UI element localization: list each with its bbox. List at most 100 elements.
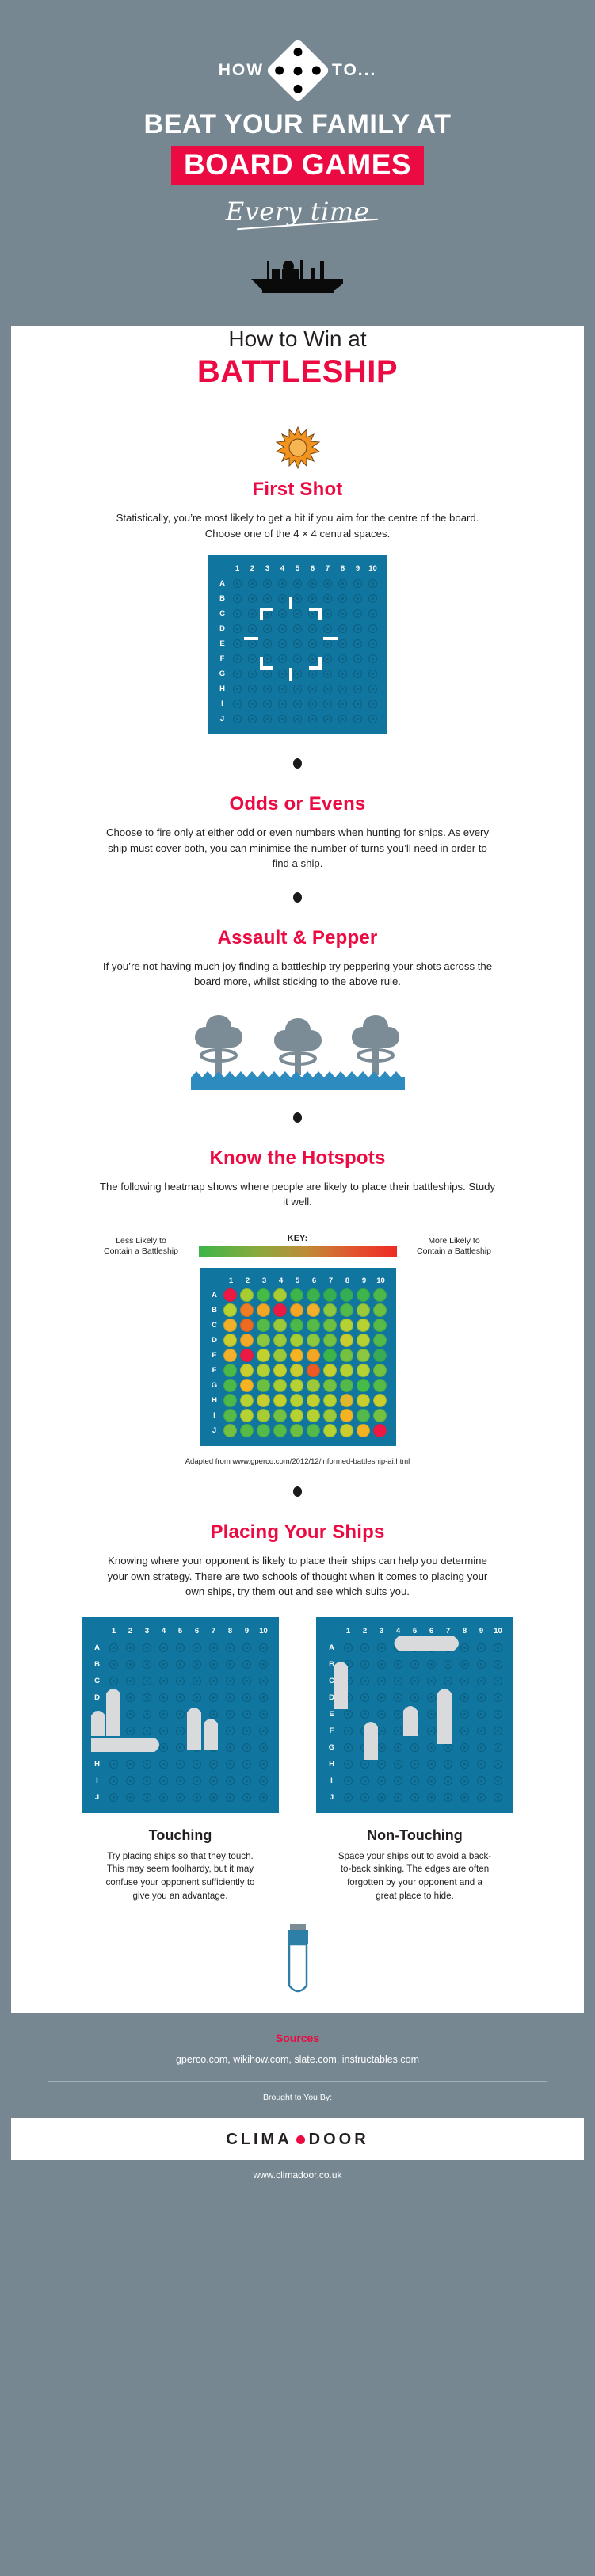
- board-cell[interactable]: [222, 1756, 238, 1773]
- board-cell[interactable]: [230, 591, 245, 606]
- board-cell[interactable]: [189, 1656, 205, 1673]
- board-cell[interactable]: [365, 606, 380, 621]
- board-cell[interactable]: [245, 576, 260, 591]
- board-cell[interactable]: [230, 621, 245, 636]
- board-cell[interactable]: [155, 1723, 172, 1739]
- board-cell[interactable]: [230, 576, 245, 591]
- board-cell[interactable]: [155, 1656, 172, 1673]
- board-cell[interactable]: [305, 636, 320, 651]
- board-cell[interactable]: [155, 1756, 172, 1773]
- board-cell[interactable]: [390, 1639, 406, 1656]
- board-cell[interactable]: [260, 576, 275, 591]
- board-cell[interactable]: [473, 1723, 490, 1739]
- board-cell[interactable]: [390, 1773, 406, 1789]
- board-cell[interactable]: [205, 1656, 222, 1673]
- board-cell[interactable]: [440, 1639, 456, 1656]
- board-cell[interactable]: [340, 1706, 357, 1723]
- board-cell[interactable]: [105, 1689, 122, 1706]
- board-cell[interactable]: [155, 1789, 172, 1806]
- board-cell[interactable]: [122, 1706, 139, 1723]
- board-cell[interactable]: [255, 1639, 272, 1656]
- board-cell[interactable]: [365, 666, 380, 681]
- board-cell[interactable]: [357, 1639, 373, 1656]
- board-cell[interactable]: [255, 1656, 272, 1673]
- board-cell[interactable]: [406, 1673, 423, 1689]
- board-cell[interactable]: [230, 651, 245, 666]
- board-cell[interactable]: [473, 1789, 490, 1806]
- board-cell[interactable]: [275, 576, 290, 591]
- board-cell[interactable]: [456, 1639, 473, 1656]
- board-cell[interactable]: [350, 591, 365, 606]
- board-cell[interactable]: [406, 1723, 423, 1739]
- board-cell[interactable]: [320, 651, 335, 666]
- board-cell[interactable]: [456, 1773, 473, 1789]
- board-cell[interactable]: [255, 1739, 272, 1756]
- board-cell[interactable]: [373, 1706, 390, 1723]
- board-cell[interactable]: [172, 1723, 189, 1739]
- board-cell[interactable]: [238, 1773, 255, 1789]
- board-cell[interactable]: [275, 591, 290, 606]
- board-cell[interactable]: [222, 1706, 238, 1723]
- board-cell[interactable]: [373, 1689, 390, 1706]
- board-cell[interactable]: [275, 636, 290, 651]
- board-cell[interactable]: [340, 1723, 357, 1739]
- board-cell[interactable]: [373, 1739, 390, 1756]
- board-cell[interactable]: [423, 1773, 440, 1789]
- board-cell[interactable]: [357, 1673, 373, 1689]
- board-cell[interactable]: [245, 681, 260, 696]
- board-cell[interactable]: [373, 1789, 390, 1806]
- board-cell[interactable]: [238, 1656, 255, 1673]
- board-cell[interactable]: [245, 606, 260, 621]
- board-cell[interactable]: [365, 576, 380, 591]
- board-cell[interactable]: [205, 1689, 222, 1706]
- board-cell[interactable]: [473, 1673, 490, 1689]
- board-cell[interactable]: [172, 1739, 189, 1756]
- board-cell[interactable]: [122, 1773, 139, 1789]
- board-cell[interactable]: [423, 1673, 440, 1689]
- board-cell[interactable]: [340, 1656, 357, 1673]
- board-cell[interactable]: [490, 1639, 506, 1656]
- board-cell[interactable]: [230, 696, 245, 712]
- board-cell[interactable]: [275, 621, 290, 636]
- board-cell[interactable]: [290, 576, 305, 591]
- board-cell[interactable]: [238, 1689, 255, 1706]
- board-cell[interactable]: [320, 591, 335, 606]
- board-cell[interactable]: [122, 1789, 139, 1806]
- board-cell[interactable]: [357, 1656, 373, 1673]
- board-cell[interactable]: [105, 1673, 122, 1689]
- board-cell[interactable]: [275, 696, 290, 712]
- board-cell[interactable]: [189, 1756, 205, 1773]
- board-cell[interactable]: [365, 712, 380, 727]
- board-cell[interactable]: [238, 1673, 255, 1689]
- board-cell[interactable]: [205, 1789, 222, 1806]
- board-cell[interactable]: [222, 1673, 238, 1689]
- board-cell[interactable]: [440, 1689, 456, 1706]
- board-cell[interactable]: [105, 1789, 122, 1806]
- board-cell[interactable]: [365, 636, 380, 651]
- board-cell[interactable]: [423, 1789, 440, 1806]
- board-cell[interactable]: [205, 1773, 222, 1789]
- board-cell[interactable]: [255, 1673, 272, 1689]
- board-cell[interactable]: [105, 1656, 122, 1673]
- board-cell[interactable]: [290, 681, 305, 696]
- board-cell[interactable]: [473, 1773, 490, 1789]
- board-cell[interactable]: [205, 1756, 222, 1773]
- board-cell[interactable]: [105, 1756, 122, 1773]
- board-cell[interactable]: [222, 1689, 238, 1706]
- board-cell[interactable]: [155, 1689, 172, 1706]
- board-cell[interactable]: [320, 696, 335, 712]
- board-cell[interactable]: [222, 1739, 238, 1756]
- board-cell[interactable]: [357, 1706, 373, 1723]
- board-cell[interactable]: [189, 1673, 205, 1689]
- board-cell[interactable]: [122, 1723, 139, 1739]
- board-cell[interactable]: [255, 1756, 272, 1773]
- board-cell[interactable]: [139, 1756, 155, 1773]
- board-cell[interactable]: [406, 1789, 423, 1806]
- board-cell[interactable]: [205, 1673, 222, 1689]
- board-cell[interactable]: [335, 651, 350, 666]
- board-cell[interactable]: [340, 1639, 357, 1656]
- board-cell[interactable]: [320, 666, 335, 681]
- board-cell[interactable]: [320, 681, 335, 696]
- board-cell[interactable]: [340, 1789, 357, 1806]
- board-cell[interactable]: [230, 712, 245, 727]
